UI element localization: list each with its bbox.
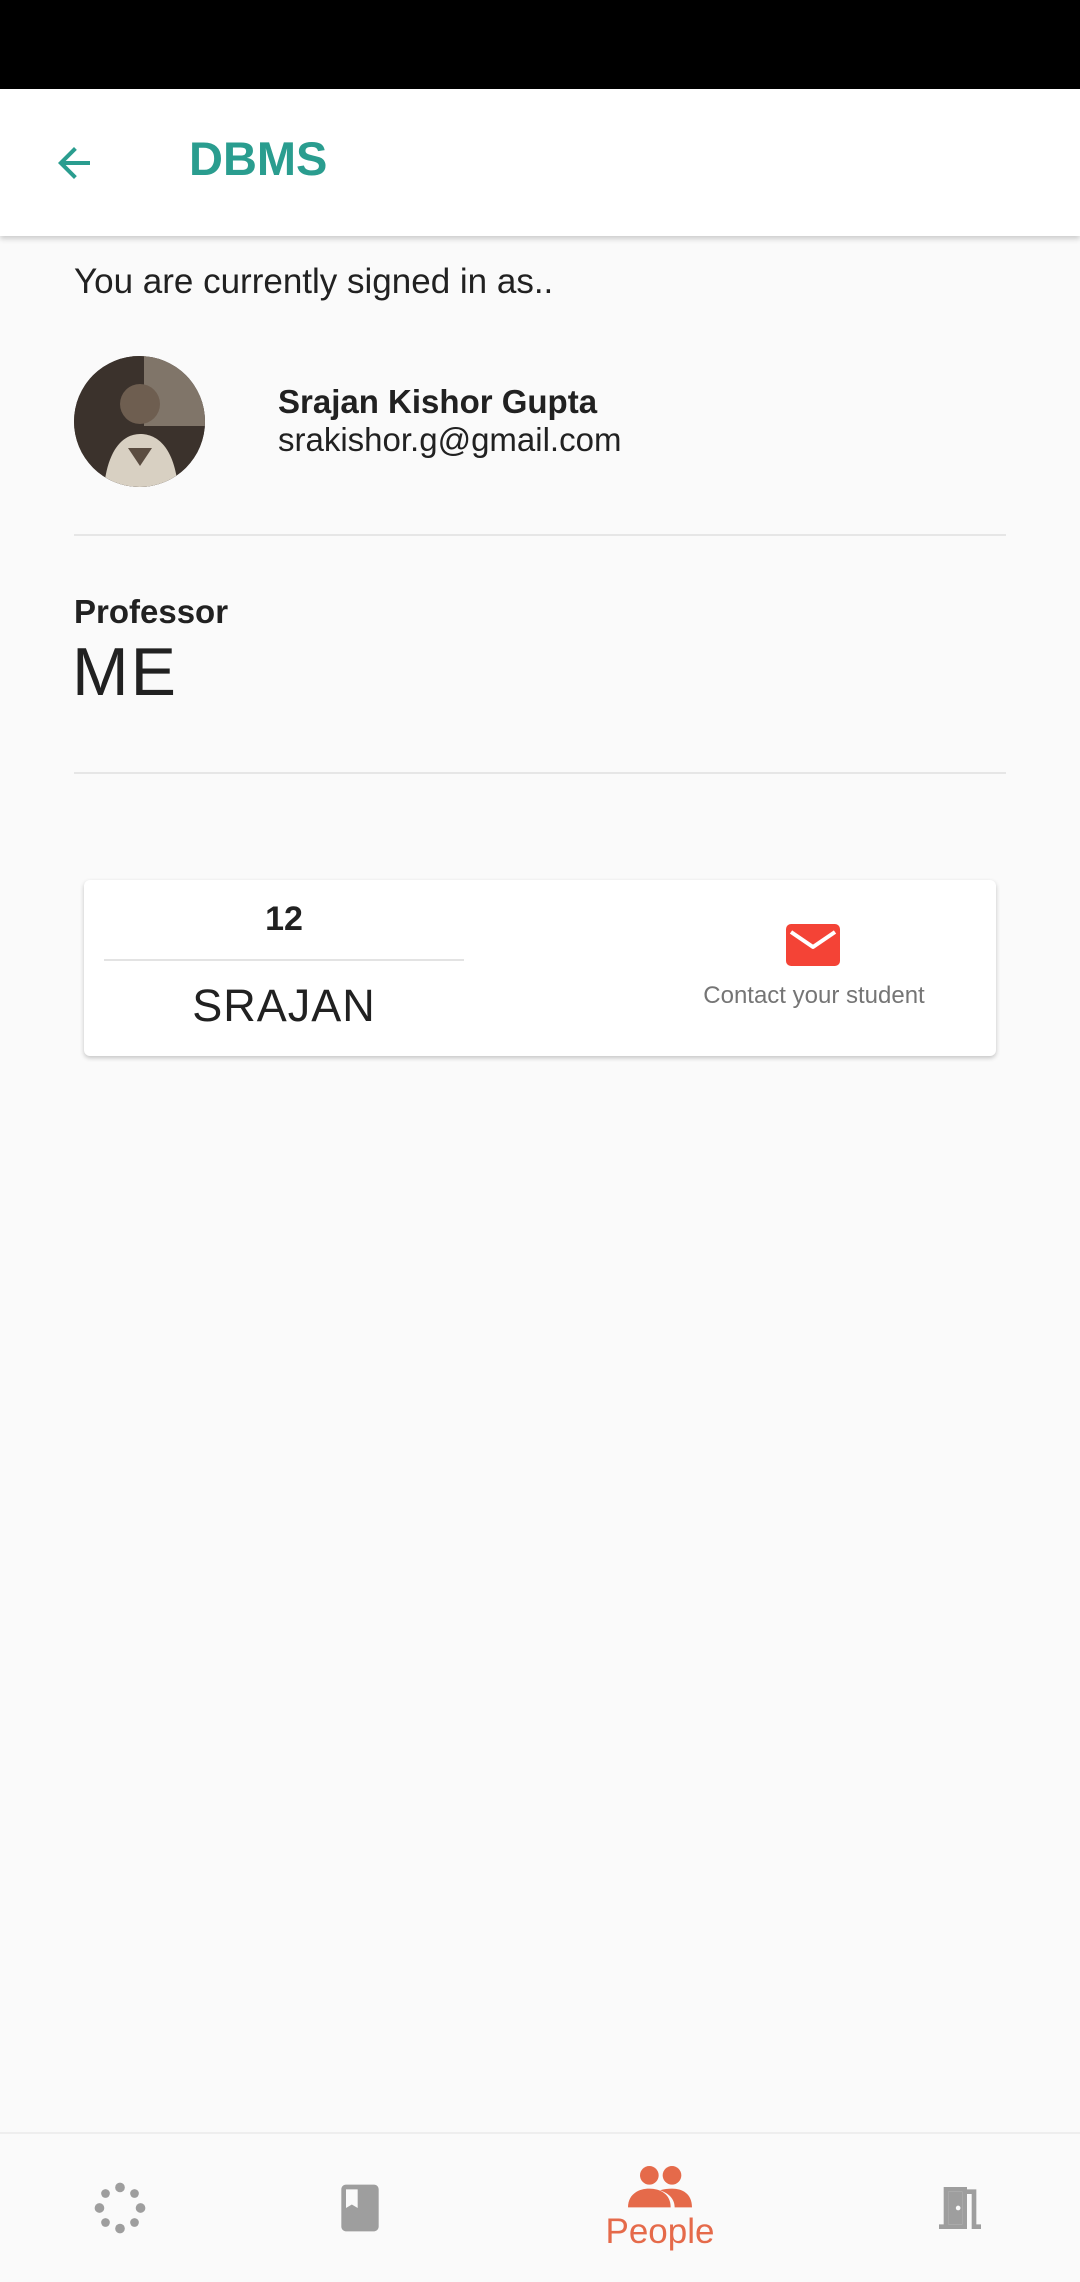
divider bbox=[74, 534, 1006, 536]
nav-item-book[interactable] bbox=[300, 2134, 420, 2282]
status-bar bbox=[0, 0, 1080, 89]
nav-item-label: People bbox=[605, 2212, 715, 2251]
nav-item-loading[interactable] bbox=[60, 2134, 180, 2282]
user-name: Srajan Kishor Gupta bbox=[278, 383, 598, 420]
book-icon bbox=[341, 2184, 379, 2232]
card-divider bbox=[104, 959, 464, 961]
user-email: srakishor.g@gmail.com bbox=[278, 421, 622, 458]
student-roll-number: 12 bbox=[265, 900, 303, 938]
role-value: ME bbox=[72, 634, 178, 710]
arrow-back-icon bbox=[58, 147, 90, 179]
people-icon bbox=[628, 2166, 692, 2208]
exit-door-icon bbox=[939, 2187, 981, 2229]
back-button[interactable] bbox=[30, 119, 118, 207]
nav-item-people[interactable]: People bbox=[560, 2134, 760, 2282]
avatar bbox=[74, 356, 205, 487]
loading-spinner-icon bbox=[94, 2182, 146, 2234]
app-bar: DBMS bbox=[0, 89, 1080, 236]
student-card[interactable]: 12 SRAJAN Contact your student bbox=[84, 880, 996, 1056]
nav-item-exit[interactable] bbox=[900, 2134, 1020, 2282]
student-name: SRAJAN bbox=[192, 980, 376, 1031]
bottom-navigation: People bbox=[0, 2132, 1080, 2280]
main-content: You are currently signed in as.. Srajan … bbox=[0, 236, 1080, 2132]
signed-in-label: You are currently signed in as.. bbox=[74, 262, 554, 301]
avatar-image bbox=[74, 356, 205, 487]
contact-student-label: Contact your student bbox=[703, 982, 925, 1009]
contact-student-button[interactable]: Contact your student bbox=[654, 920, 974, 1020]
divider bbox=[74, 772, 1006, 774]
role-label: Professor bbox=[74, 593, 229, 630]
page-title: DBMS bbox=[189, 132, 328, 185]
mail-icon bbox=[786, 924, 840, 966]
